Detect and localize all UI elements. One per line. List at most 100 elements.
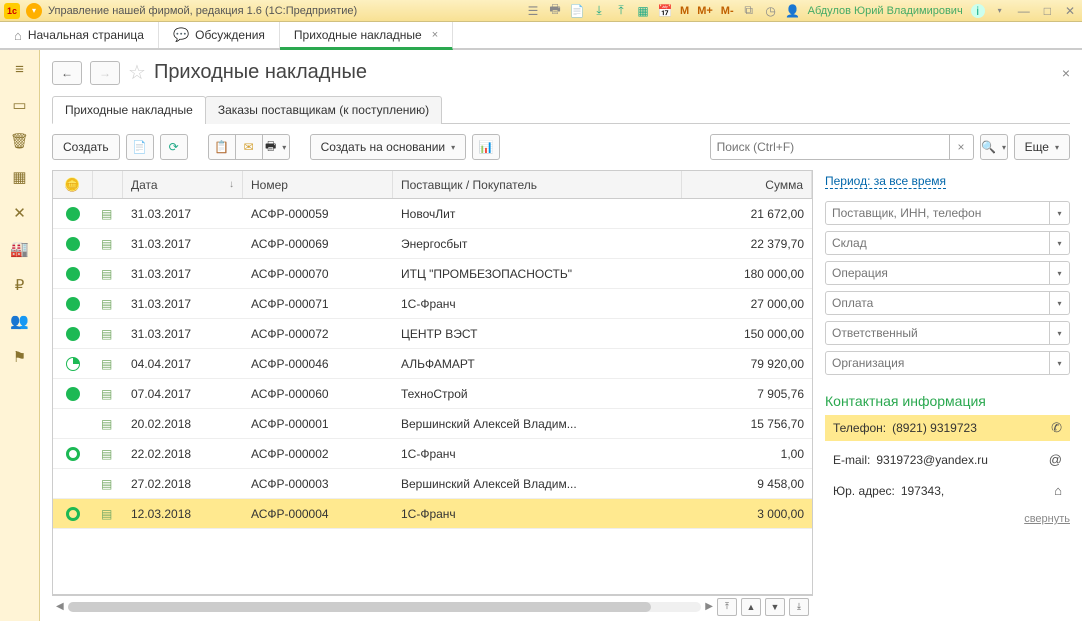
m-minus-button[interactable]: M- (721, 5, 734, 17)
newwin-icon[interactable]: ⧉ (742, 4, 756, 18)
filter-warehouse-input[interactable] (825, 231, 1050, 255)
window-titlebar: 1c ▾ Управление нашей фирмой, редакция 1… (0, 0, 1082, 22)
table-row[interactable]: ▤22.02.2018АСФР-0000021С-Франч1,00 (53, 439, 812, 469)
cart-icon[interactable]: 🗑 (9, 130, 31, 152)
user-name[interactable]: Абдулов Юрий Владимирович (808, 5, 963, 17)
copy-button[interactable]: 📄 (126, 134, 154, 160)
dropdown-icon[interactable]: ▾ (1050, 291, 1070, 315)
scroll-left-icon[interactable]: ◀ (56, 601, 64, 612)
contact-address-row[interactable]: Юр. адрес: 197343, ⌂ (825, 478, 1070, 503)
table-row[interactable]: ▤04.04.2017АСФР-000046АЛЬФАМАРТ79 920,00 (53, 349, 812, 379)
dropdown-icon[interactable]: ▾ (1050, 261, 1070, 285)
clock-icon[interactable]: ◷ (764, 4, 778, 18)
cell-date: 31.03.2017 (123, 199, 243, 228)
minimize-button[interactable]: — (1015, 4, 1033, 18)
h-scrollbar[interactable] (68, 602, 702, 612)
collapse-link[interactable]: свернуть (825, 513, 1070, 525)
table-row[interactable]: ▤27.02.2018АСФР-000003Вершинский Алексей… (53, 469, 812, 499)
tab-close-icon[interactable]: × (432, 29, 438, 41)
tools-icon[interactable]: ✕ (9, 202, 31, 224)
print-button[interactable]: 🖶▾ (262, 134, 290, 160)
m-button[interactable]: M (680, 5, 689, 17)
favorite-icon[interactable]: ☆ (128, 60, 146, 85)
forward-button[interactable]: → (90, 61, 120, 85)
info-drop-icon[interactable]: ▾ (993, 4, 1007, 18)
table-body: ▤31.03.2017АСФР-000059НовочЛит21 672,00▤… (53, 199, 812, 529)
create-based-button[interactable]: Создать на основании▾ (310, 134, 467, 160)
email-icon[interactable]: @ (1049, 452, 1062, 467)
tab-discussions[interactable]: 💬 Обсуждения (159, 22, 280, 48)
dropdown-icon[interactable]: ▾ (1050, 231, 1070, 255)
col-supplier[interactable]: Поставщик / Покупатель (393, 171, 682, 198)
create-button[interactable]: Создать (52, 134, 120, 160)
print-icon[interactable]: 🖶 (548, 4, 562, 18)
report-button[interactable]: 📊 (472, 134, 500, 160)
table-row[interactable]: ▤12.03.2018АСФР-0000041С-Франч3 000,00 (53, 499, 812, 529)
tab-home[interactable]: ⌂ Начальная страница (0, 22, 159, 48)
portal-icon[interactable]: ▭ (9, 94, 31, 116)
back-button[interactable]: ← (52, 61, 82, 85)
phone-icon[interactable]: ✆ (1051, 420, 1062, 436)
scroll-right-icon[interactable]: ▶ (705, 601, 713, 612)
dropdown-icon[interactable]: ▾ (1050, 321, 1070, 345)
search-input[interactable] (710, 134, 950, 160)
tab-invoices[interactable]: Приходные накладные × (280, 22, 453, 50)
goto-top-button[interactable]: ⤒ (717, 598, 737, 616)
home-icon[interactable]: ⌂ (1054, 483, 1062, 498)
doc-action-button[interactable]: 📋 (208, 134, 236, 160)
table-row[interactable]: ▤20.02.2018АСФР-000001Вершинский Алексей… (53, 409, 812, 439)
table-row[interactable]: ▤31.03.2017АСФР-000059НовочЛит21 672,00 (53, 199, 812, 229)
table-row[interactable]: ▤31.03.2017АСФР-000069Энергосбыт22 379,7… (53, 229, 812, 259)
filter-responsible-input[interactable] (825, 321, 1050, 345)
period-link[interactable]: Период: за все время (825, 174, 946, 189)
contact-phone-row[interactable]: Телефон: (8921) 9319723 ✆ (825, 415, 1070, 441)
filter-payment-input[interactable] (825, 291, 1050, 315)
boxes-icon[interactable]: ▦ (9, 166, 31, 188)
col-status[interactable]: 🪙 (53, 171, 93, 198)
table-row[interactable]: ▤07.04.2017АСФР-000060ТехноСтрой7 905,76 (53, 379, 812, 409)
table-row[interactable]: ▤31.03.2017АСФР-000070ИТЦ "ПРОМБЕЗОПАСНО… (53, 259, 812, 289)
subtab-invoices[interactable]: Приходные накладные (52, 96, 206, 124)
refresh-button[interactable]: ⟳ (160, 134, 188, 160)
m-plus-button[interactable]: M+ (697, 5, 713, 17)
page-close-button[interactable]: × (1062, 65, 1070, 81)
table-row[interactable]: ▤31.03.2017АСФР-000072ЦЕНТР ВЭСТ150 000,… (53, 319, 812, 349)
search-clear-button[interactable]: × (950, 134, 974, 160)
col-comment[interactable] (93, 171, 123, 198)
info-icon[interactable]: i (971, 4, 985, 18)
money-icon[interactable]: ₽ (9, 274, 31, 296)
filter-operation-input[interactable] (825, 261, 1050, 285)
cell-status (53, 259, 93, 288)
cell-supplier: 1С-Франч (393, 289, 682, 318)
app-menu-dropdown[interactable]: ▾ (26, 3, 42, 19)
goto-bottom-button[interactable]: ⤓ (789, 598, 809, 616)
col-number[interactable]: Номер (243, 171, 393, 198)
doc-icon[interactable]: 📄 (570, 4, 584, 18)
contact-email-row[interactable]: E-mail: 9319723@yandex.ru @ (825, 447, 1070, 472)
save-in-icon[interactable]: ⤓ (592, 4, 606, 18)
col-date[interactable]: Дата↓ (123, 171, 243, 198)
nav-icon[interactable]: ☰ (526, 4, 540, 18)
find-button[interactable]: 🔍▾ (980, 134, 1008, 160)
grid-icon[interactable]: ▦ (636, 4, 650, 18)
filter-supplier-input[interactable] (825, 201, 1050, 225)
dropdown-icon[interactable]: ▾ (1050, 201, 1070, 225)
menu-icon[interactable]: ≡ (9, 58, 31, 80)
mail-button[interactable]: ✉ (235, 134, 263, 160)
flag-icon[interactable]: ⚑ (9, 346, 31, 368)
col-amount[interactable]: Сумма (682, 171, 812, 198)
go-up-button[interactable]: ▲ (741, 598, 761, 616)
more-button[interactable]: Еще▾ (1014, 134, 1070, 160)
close-window-button[interactable]: ✕ (1062, 4, 1078, 18)
maximize-button[interactable]: □ (1041, 4, 1054, 18)
subtab-orders[interactable]: Заказы поставщикам (к поступлению) (205, 96, 442, 124)
go-down-button[interactable]: ▼ (765, 598, 785, 616)
dropdown-icon[interactable]: ▾ (1050, 351, 1070, 375)
table-row[interactable]: ▤31.03.2017АСФР-0000711С-Франч27 000,00 (53, 289, 812, 319)
save-out-icon[interactable]: ⤒ (614, 4, 628, 18)
factory-icon[interactable]: 🏭 (9, 238, 31, 260)
filter-organization-input[interactable] (825, 351, 1050, 375)
users-icon[interactable]: 👥 (9, 310, 31, 332)
comment-icon: ▤ (101, 237, 112, 251)
calendar-icon[interactable]: 📅 (658, 4, 672, 18)
